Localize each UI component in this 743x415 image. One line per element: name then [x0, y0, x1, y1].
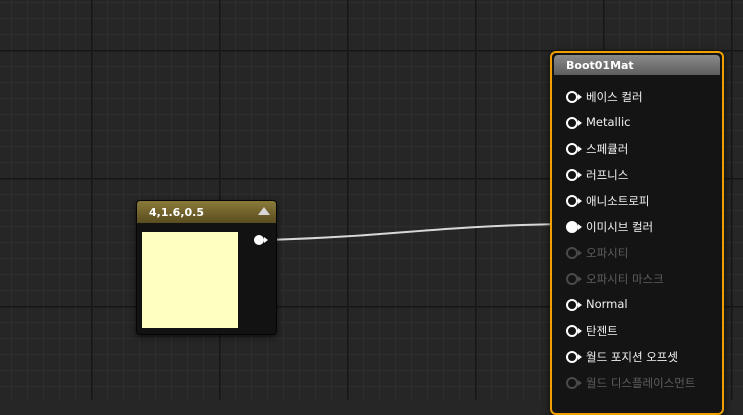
input-pin-icon[interactable]: [566, 247, 578, 259]
material-input-pin[interactable]: 스페큘러: [566, 138, 716, 158]
material-input-pin[interactable]: 애니소트로피: [566, 190, 716, 210]
material-input-pin[interactable]: 베이스 컬러: [566, 86, 716, 106]
pin-label: 월드 디스플레이스먼트: [586, 376, 696, 390]
output-pin-icon[interactable]: [254, 235, 264, 245]
pin-arrow-icon: [578, 380, 582, 386]
pin-arrow-icon: [578, 328, 582, 334]
input-pin-icon[interactable]: [566, 195, 578, 207]
pin-arrow-icon: [578, 302, 582, 308]
pin-label: 이미시브 컬러: [586, 220, 654, 234]
input-pin-icon[interactable]: [566, 351, 578, 363]
pin-arrow-icon: [578, 94, 582, 100]
pin-arrow-icon: [578, 198, 582, 204]
pin-label: 스페큘러: [586, 142, 629, 156]
pin-label: 베이스 컬러: [586, 90, 643, 104]
input-pin-icon[interactable]: [566, 325, 578, 337]
pin-arrow-icon: [578, 120, 582, 126]
material-input-pin[interactable]: 월드 디스플레이스먼트: [566, 372, 716, 392]
pin-arrow-icon: [578, 172, 582, 178]
material-input-pin[interactable]: Metallic: [566, 112, 716, 132]
material-input-pin[interactable]: 오파시티: [566, 242, 716, 262]
input-pin-icon[interactable]: [566, 117, 578, 129]
pin-label: 월드 포지션 오프셋: [586, 350, 678, 364]
material-node-title: Boot01Mat: [566, 59, 634, 72]
material-input-pin[interactable]: 월드 포지션 오프셋: [566, 346, 716, 366]
pin-label: Metallic: [586, 115, 631, 129]
material-input-pin[interactable]: 이미시브 컬러: [566, 216, 716, 236]
material-result-node[interactable]: Boot01Mat 베이스 컬러 Metallic 스페큘러러프니스애니소트로피이미…: [550, 51, 724, 415]
pin-label: 탄젠트: [586, 324, 618, 338]
material-input-pin[interactable]: Normal: [566, 294, 716, 314]
input-pin-icon[interactable]: [566, 299, 578, 311]
constant-node[interactable]: 4,1.6,0.5: [136, 200, 277, 335]
collapse-triangle-icon[interactable]: [258, 207, 270, 215]
pin-arrow-icon: [578, 224, 582, 230]
pin-label: Normal: [586, 297, 628, 311]
input-pin-icon[interactable]: [566, 377, 578, 389]
material-input-pin[interactable]: 러프니스: [566, 164, 716, 184]
pin-arrow-icon: [578, 250, 582, 256]
pin-arrow-icon: [578, 276, 582, 282]
pin-label: 오파시티 마스크: [586, 272, 664, 286]
input-pin-icon[interactable]: [566, 221, 578, 233]
material-input-pin[interactable]: 탄젠트: [566, 320, 716, 340]
pin-label: 러프니스: [586, 168, 629, 182]
material-input-pin[interactable]: 오파시티 마스크: [566, 268, 716, 288]
pin-label: 오파시티: [586, 246, 629, 260]
input-pin-icon[interactable]: [566, 91, 578, 103]
output-pin-arrow-icon: [264, 237, 268, 243]
constant-node-title: 4,1.6,0.5: [149, 206, 204, 219]
input-pin-icon[interactable]: [566, 169, 578, 181]
input-pin-icon[interactable]: [566, 143, 578, 155]
pin-label: 애니소트로피: [586, 194, 650, 208]
input-pin-icon[interactable]: [566, 273, 578, 285]
pin-arrow-icon: [578, 146, 582, 152]
pin-arrow-icon: [578, 354, 582, 360]
color-preview-swatch: [142, 232, 238, 328]
constant-node-header[interactable]: 4,1.6,0.5: [137, 201, 276, 223]
material-node-header[interactable]: Boot01Mat: [554, 55, 720, 75]
